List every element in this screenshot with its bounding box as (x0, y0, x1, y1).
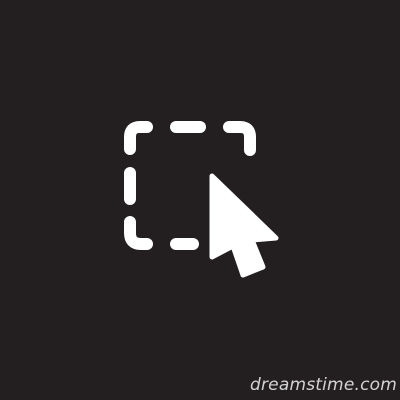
select-area-cursor-icon-graphic (124, 121, 279, 278)
mouse-cursor-arrow-icon (209, 173, 279, 278)
watermark: dreamstime.com (250, 372, 397, 398)
select-area-cursor-icon (0, 0, 400, 400)
watermark-text: dreamstime.com (250, 375, 397, 395)
selection-corner-bottom-left (124, 216, 153, 250)
selection-corner-top-right (223, 121, 256, 156)
icon-canvas: dreamstime.com (0, 0, 400, 400)
selection-corner-top-left (124, 121, 153, 155)
